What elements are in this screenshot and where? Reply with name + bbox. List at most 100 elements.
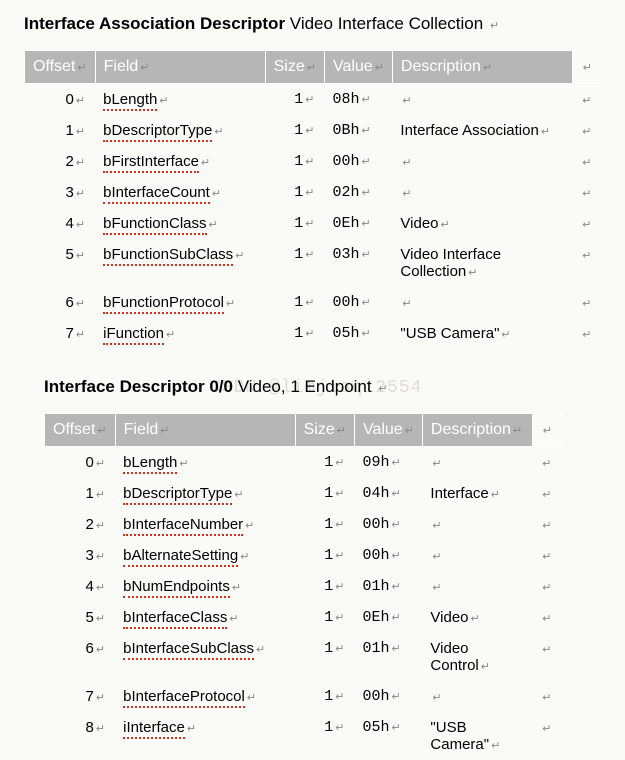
cell-field: iFunction↵ [95, 318, 265, 349]
cell-size: 1↵ [295, 509, 354, 540]
cell-value: 01h↵ [354, 633, 422, 681]
table-row: 1↵bDescriptorType↵1↵04h↵Interface↵↵ [45, 478, 561, 509]
cell-description: ↵ [422, 571, 532, 602]
cell-size: 1↵ [265, 146, 324, 177]
cell-offset: 2↵ [45, 509, 116, 540]
cell-trailing-mark: ↵ [572, 177, 600, 208]
cell-description: Video Control↵ [422, 633, 532, 681]
cell-size: 1↵ [295, 633, 354, 681]
col-trailing-mark: ↵ [532, 414, 560, 447]
col-desc-header: Description↵ [392, 51, 572, 84]
cell-size: 1↵ [265, 287, 324, 318]
cell-trailing-mark: ↵ [532, 633, 560, 681]
cell-trailing-mark: ↵ [572, 318, 600, 349]
table-row: 7↵bInterfaceProtocol↵1↵00h↵↵↵ [45, 681, 561, 712]
col-field-header: Field↵ [115, 414, 295, 447]
table-row: 4↵bNumEndpoints↵1↵01h↵↵↵ [45, 571, 561, 602]
table-row: 5↵bFunctionSubClass↵1↵03h↵Video Interfac… [25, 239, 601, 287]
col-desc-header: Description↵ [422, 414, 532, 447]
cell-description: Interface Association↵ [392, 115, 572, 146]
cell-field: bDescriptorType↵ [115, 478, 295, 509]
cell-offset: 7↵ [45, 681, 116, 712]
cell-size: 1↵ [265, 239, 324, 287]
paragraph-mark-icon: ↵ [490, 20, 499, 32]
cell-field: bInterfaceNumber↵ [115, 509, 295, 540]
section1-table: Offset↵ Field↵ Size↵ Value↵ Description↵… [24, 50, 601, 349]
section1-title: Interface Association Descriptor Video I… [24, 14, 601, 34]
table-row: 6↵bInterfaceSubClass↵1↵01h↵Video Control… [45, 633, 561, 681]
cell-value: 0Eh↵ [354, 602, 422, 633]
col-value-header: Value↵ [324, 51, 392, 84]
cell-field: bLength↵ [95, 84, 265, 116]
cell-offset: 4↵ [45, 571, 116, 602]
table-row: 4↵bFunctionClass↵1↵0Eh↵Video↵↵ [25, 208, 601, 239]
cell-value: 05h↵ [324, 318, 392, 349]
col-offset-header: Offset↵ [25, 51, 96, 84]
cell-trailing-mark: ↵ [532, 602, 560, 633]
cell-field: bLength↵ [115, 447, 295, 479]
cell-size: 1↵ [295, 681, 354, 712]
cell-trailing-mark: ↵ [572, 287, 600, 318]
cell-offset: 8↵ [45, 712, 116, 760]
table-row: 5↵bInterfaceClass↵1↵0Eh↵Video↵↵ [45, 602, 561, 633]
section1-title-bold: Interface Association Descriptor [24, 14, 285, 33]
cell-size: 1↵ [295, 540, 354, 571]
cell-offset: 7↵ [25, 318, 96, 349]
col-offset-header: Offset↵ [45, 414, 116, 447]
table-header-row: Offset↵ Field↵ Size↵ Value↵ Description↵… [45, 414, 561, 447]
cell-field: bFunctionSubClass↵ [95, 239, 265, 287]
cell-size: 1↵ [265, 208, 324, 239]
cell-trailing-mark: ↵ [572, 208, 600, 239]
section2-title-bold: Interface Descriptor 0/0 [44, 377, 233, 396]
cell-description: ↵ [392, 84, 572, 116]
cell-value: 00h↵ [354, 540, 422, 571]
cell-offset: 2↵ [25, 146, 96, 177]
cell-value: 0Eh↵ [324, 208, 392, 239]
cell-value: 05h↵ [354, 712, 422, 760]
cell-trailing-mark: ↵ [532, 540, 560, 571]
cell-offset: 6↵ [25, 287, 96, 318]
cell-size: 1↵ [295, 602, 354, 633]
table-row: 3↵bInterfaceCount↵1↵02h↵↵↵ [25, 177, 601, 208]
cell-size: 1↵ [265, 115, 324, 146]
cell-field: bInterfaceProtocol↵ [115, 681, 295, 712]
cell-value: 0Bh↵ [324, 115, 392, 146]
col-size-header: Size↵ [295, 414, 354, 447]
section2-title: Interface Descriptor 0/0 Video, 1 Endpoi… [44, 377, 601, 397]
cell-description: ↵ [422, 681, 532, 712]
col-value-header: Value↵ [354, 414, 422, 447]
cell-size: 1↵ [295, 447, 354, 479]
cell-size: 1↵ [295, 478, 354, 509]
table-row: 2↵bFirstInterface↵1↵00h↵↵↵ [25, 146, 601, 177]
cell-field: bNumEndpoints↵ [115, 571, 295, 602]
cell-field: bFirstInterface↵ [95, 146, 265, 177]
table-row: 8↵iInterface↵1↵05h↵"USB Camera"↵↵ [45, 712, 561, 760]
cell-value: 00h↵ [354, 509, 422, 540]
cell-field: bAlternateSetting↵ [115, 540, 295, 571]
cell-field: bInterfaceClass↵ [115, 602, 295, 633]
cell-field: bFunctionClass↵ [95, 208, 265, 239]
cell-description: ↵ [422, 540, 532, 571]
cell-description: "USB Camera"↵ [422, 712, 532, 760]
cell-description: ↵ [392, 287, 572, 318]
cell-size: 1↵ [295, 712, 354, 760]
cell-offset: 5↵ [25, 239, 96, 287]
cell-field: iInterface↵ [115, 712, 295, 760]
section2-title-light: Video, 1 Endpoint [238, 377, 372, 396]
cell-trailing-mark: ↵ [532, 681, 560, 712]
table-row: 1↵bDescriptorType↵1↵0Bh↵Interface Associ… [25, 115, 601, 146]
cell-trailing-mark: ↵ [532, 447, 560, 479]
cell-size: 1↵ [265, 318, 324, 349]
section2-table: Offset↵ Field↵ Size↵ Value↵ Description↵… [44, 413, 561, 760]
cell-description: Interface↵ [422, 478, 532, 509]
table-header-row: Offset↵ Field↵ Size↵ Value↵ Description↵… [25, 51, 601, 84]
table-row: 7↵iFunction↵1↵05h↵"USB Camera"↵↵ [25, 318, 601, 349]
cell-value: 02h↵ [324, 177, 392, 208]
table-row: 2↵bInterfaceNumber↵1↵00h↵↵↵ [45, 509, 561, 540]
col-size-header: Size↵ [265, 51, 324, 84]
cell-description: Video Interface Collection↵ [392, 239, 572, 287]
cell-value: 09h↵ [354, 447, 422, 479]
cell-description: ↵ [422, 509, 532, 540]
cell-value: 01h↵ [354, 571, 422, 602]
cell-description: ↵ [392, 146, 572, 177]
